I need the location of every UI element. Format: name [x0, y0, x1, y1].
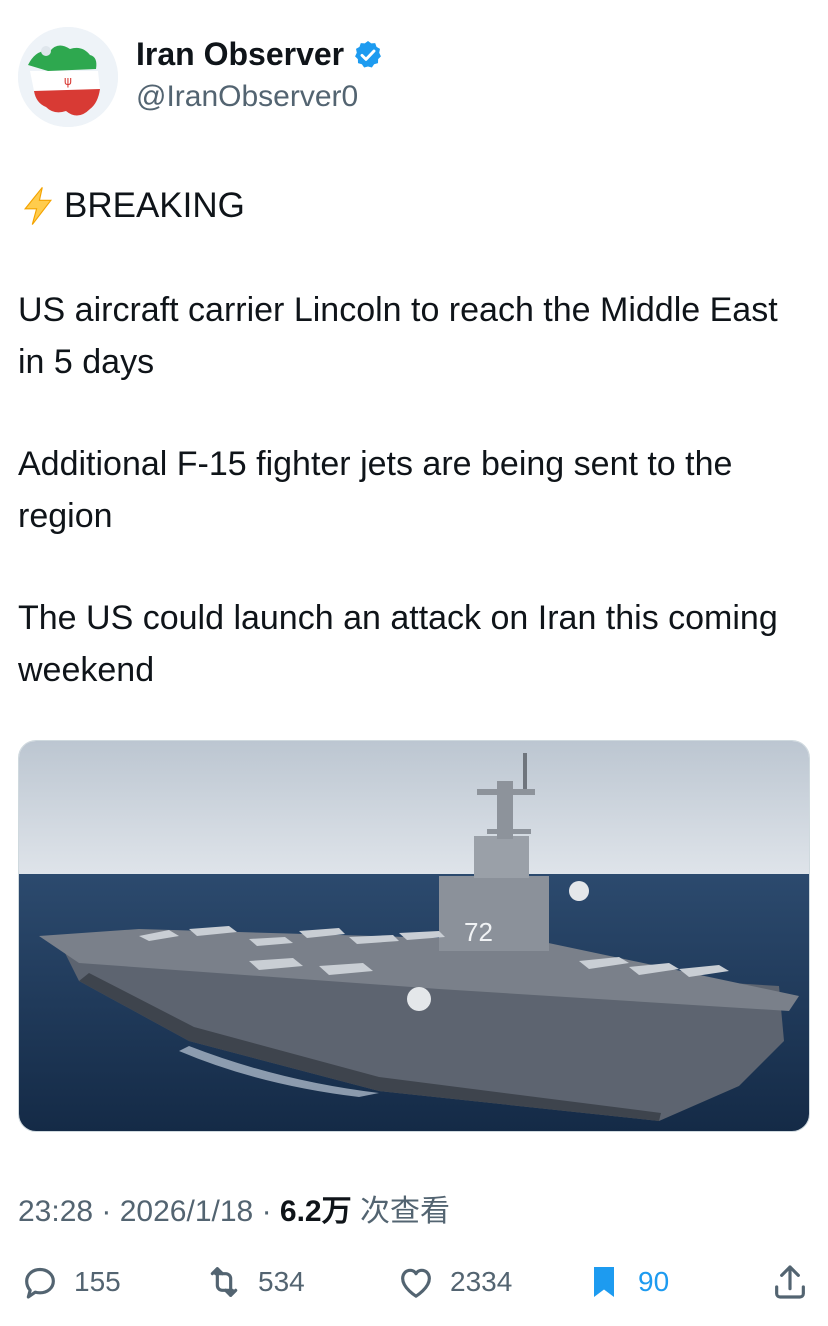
share-icon [775, 1265, 805, 1299]
post-paragraph-2: Additional F-15 fighter jets are being s… [18, 445, 733, 535]
repost-button[interactable]: 534 [204, 1262, 305, 1302]
post-meta: 23:28 · 2026/1/18 · 6.2万 次查看 [18, 1186, 450, 1230]
action-bar: 155 534 2334 90 [0, 1258, 828, 1308]
post-time[interactable]: 23:28 [18, 1195, 93, 1228]
post-date[interactable]: 2026/1/18 [120, 1195, 253, 1228]
bookmark-icon [594, 1267, 614, 1297]
heart-icon [401, 1268, 431, 1298]
bookmark-button[interactable]: 90 [584, 1262, 669, 1302]
repost-icon [210, 1267, 238, 1297]
share-button[interactable] [770, 1262, 824, 1302]
post-paragraph-1: US aircraft carrier Lincoln to reach the… [18, 291, 778, 381]
breaking-label: BREAKING [64, 186, 245, 225]
meta-separator-2: · [261, 1195, 280, 1228]
post-paragraph-3: The US could launch an attack on Iran th… [18, 599, 778, 689]
verified-badge-icon [355, 40, 382, 68]
author-handle[interactable]: @IranObserver0 [136, 80, 358, 114]
reply-icon [25, 1267, 55, 1299]
breaking-line: BREAKING [20, 186, 245, 226]
author-name[interactable]: Iran Observer [136, 36, 344, 73]
views-label: 次查看 [359, 1195, 450, 1228]
view-count: 6.2万 [279, 1195, 352, 1228]
reply-button[interactable]: 155 [20, 1262, 121, 1302]
author-name-row[interactable]: Iran Observer [136, 36, 384, 73]
like-button[interactable]: 2334 [396, 1262, 512, 1302]
svg-text:72: 72 [464, 917, 493, 947]
bookmark-count: 90 [638, 1266, 670, 1297]
svg-text:ψ: ψ [64, 74, 72, 88]
lightning-icon [23, 187, 53, 225]
meta-separator-1: · [101, 1195, 120, 1228]
iran-map-avatar-image: ψ [18, 27, 118, 127]
repost-count: 534 [258, 1266, 305, 1297]
aircraft-carrier-photo: 72 [19, 741, 809, 1131]
avatar[interactable]: ψ [18, 27, 118, 127]
post-photo[interactable]: 72 [18, 740, 810, 1132]
reply-count: 155 [74, 1266, 121, 1297]
like-count: 2334 [450, 1266, 513, 1297]
